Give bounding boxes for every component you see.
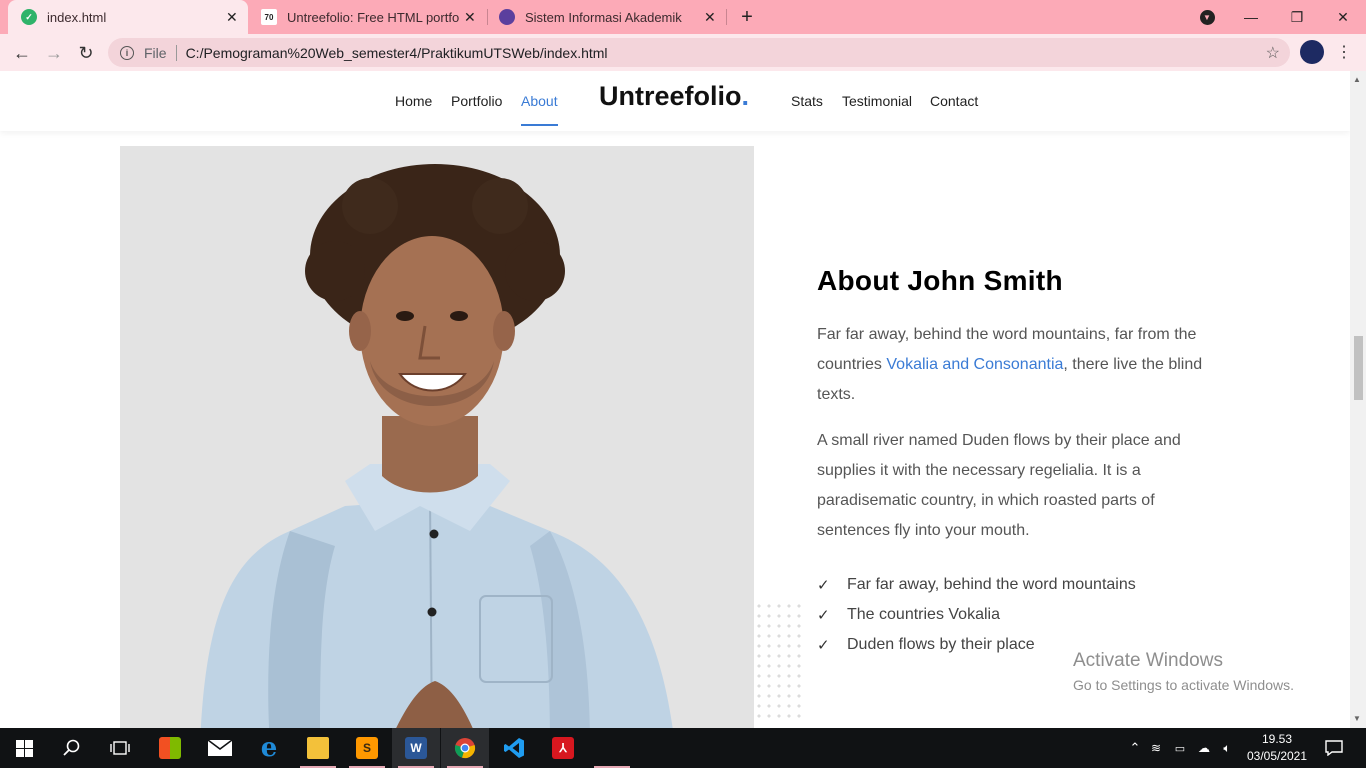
windows-activation-watermark: Activate Windows Go to Settings to activ…: [1073, 650, 1294, 693]
profile-avatar[interactable]: [1300, 40, 1324, 64]
vscode-icon[interactable]: [490, 728, 538, 768]
reload-button[interactable]: ↻: [73, 40, 99, 66]
list-item: ✓ The countries Vokalia: [817, 600, 1136, 630]
clock-time: 19.53: [1261, 732, 1293, 746]
nav-about[interactable]: About: [521, 93, 558, 109]
new-tab-button[interactable]: +: [724, 0, 770, 34]
check-icon: ✓: [817, 577, 830, 594]
active-nav-underline: [521, 124, 558, 126]
microsoft-store-icon[interactable]: [146, 728, 194, 768]
list-item-text: Far far away, behind the word mountains: [847, 576, 1136, 593]
search-icon[interactable]: [48, 728, 96, 768]
tab-untreefolio[interactable]: 70 Untreefolio: Free HTML portfolio ✕: [250, 0, 486, 34]
system-tray: ⌃ ≋ ▭ ☁ 🔈︎: [1126, 728, 1238, 768]
colorlib-icon: 70: [261, 9, 277, 25]
taskbar-clock[interactable]: 19.53 03/05/2021: [1244, 731, 1310, 765]
mail-icon[interactable]: [196, 728, 244, 768]
nav-home[interactable]: Home: [395, 93, 432, 109]
sublime-text-icon[interactable]: S: [343, 728, 391, 768]
acrobat-reader-icon[interactable]: ⅄: [539, 728, 587, 768]
browser-menu-icon[interactable]: ⋮: [1336, 42, 1352, 62]
decorative-dot-pattern: [754, 601, 806, 721]
edge-browser-icon[interactable]: e: [245, 728, 293, 768]
list-item-text: Duden flows by their place: [847, 636, 1035, 653]
page-scrollbar[interactable]: ▲ ▼: [1350, 71, 1366, 728]
list-item: ✓ Far far away, behind the word mountains: [817, 570, 1136, 600]
web-page: Home Portfolio About Untreefolio. Stats …: [0, 71, 1350, 728]
tab-title: Sistem Informasi Akademik: [525, 9, 682, 25]
close-tab-icon[interactable]: ✕: [704, 9, 716, 26]
vokalia-link[interactable]: Vokalia and Consonantia: [886, 356, 1063, 373]
list-item-text: The countries Vokalia: [847, 606, 1000, 623]
show-hidden-icons-icon[interactable]: ⌃: [1126, 740, 1144, 756]
tab-search-icon[interactable]: ▼: [1184, 0, 1230, 34]
tab-title: Untreefolio: Free HTML portfolio: [287, 9, 459, 25]
volume-icon[interactable]: 🔈︎: [1216, 741, 1238, 756]
notification-center-icon[interactable]: [1310, 728, 1358, 768]
url-text[interactable]: C:/Pemograman%20Web_semester4/PraktikumU…: [186, 45, 608, 61]
nav-contact[interactable]: Contact: [930, 93, 978, 109]
nav-testimonial[interactable]: Testimonial: [842, 93, 912, 109]
back-button[interactable]: ←: [9, 40, 35, 66]
site-navbar: Home Portfolio About Untreefolio. Stats …: [0, 71, 1350, 131]
brand-text: Untreefolio: [599, 81, 742, 111]
tab-title: index.html: [47, 9, 107, 25]
browser-toolbar: ← → ↻ i File C:/Pemograman%20Web_semeste…: [0, 34, 1366, 71]
tab-index-html[interactable]: ✓ index.html ✕: [8, 0, 248, 34]
feature-checklist: ✓ Far far away, behind the word mountains…: [817, 570, 1136, 660]
browser-tab-strip: ✓ index.html ✕ 70 Untreefolio: Free HTML…: [0, 0, 1366, 34]
check-icon: ✓: [817, 607, 830, 624]
brand-dot: .: [741, 81, 750, 111]
minimize-button[interactable]: —: [1228, 0, 1274, 34]
scheme-label: File: [144, 44, 167, 61]
pinned-app-underline: [588, 728, 636, 768]
task-view-icon[interactable]: [96, 728, 144, 768]
forward-button[interactable]: →: [41, 40, 67, 66]
restore-button[interactable]: ❐: [1274, 0, 1320, 34]
address-bar[interactable]: i File C:/Pemograman%20Web_semester4/Pra…: [108, 38, 1290, 67]
nav-stats[interactable]: Stats: [791, 93, 823, 109]
check-icon: ✓: [817, 637, 830, 654]
watermark-subtitle: Go to Settings to activate Windows.: [1073, 677, 1294, 693]
scroll-up-arrow-icon[interactable]: ▲: [1353, 75, 1361, 84]
close-window-button[interactable]: ✕: [1320, 0, 1366, 34]
about-portrait-image: [120, 146, 754, 728]
close-tab-icon[interactable]: ✕: [464, 9, 476, 26]
info-icon[interactable]: i: [120, 45, 134, 60]
network-icon[interactable]: ≋: [1144, 741, 1168, 755]
onedrive-icon[interactable]: ☁: [1192, 741, 1216, 755]
campus-icon: [499, 9, 515, 25]
file-explorer-icon[interactable]: [294, 728, 342, 768]
tab-sistem-informasi[interactable]: Sistem Informasi Akademik ✕: [488, 0, 724, 34]
site-brand[interactable]: Untreefolio.: [599, 81, 749, 112]
word-icon[interactable]: W: [392, 728, 440, 768]
about-paragraph-1: Far far away, behind the word mountains,…: [817, 320, 1217, 410]
portrait-illustration: [200, 164, 673, 728]
clock-date: 03/05/2021: [1246, 749, 1308, 763]
battery-icon[interactable]: ▭: [1168, 742, 1192, 755]
about-paragraph-2: A small river named Duden flows by their…: [817, 432, 1181, 539]
watermark-title: Activate Windows: [1073, 650, 1223, 671]
chrome-icon[interactable]: [441, 728, 489, 768]
nav-portfolio[interactable]: Portfolio: [451, 93, 502, 109]
scroll-down-arrow-icon[interactable]: ▼: [1353, 714, 1361, 723]
windows-taskbar: e S W ⅄ ⌃ ≋ ▭ ☁ 🔈︎ 19.53 03/05/2021: [0, 728, 1366, 768]
shield-leaf-icon: ✓: [21, 9, 37, 25]
scrollbar-thumb[interactable]: [1354, 336, 1363, 400]
divider: [175, 44, 177, 61]
close-tab-icon[interactable]: ✕: [226, 9, 238, 26]
bookmark-star-icon[interactable]: ☆: [1266, 43, 1280, 63]
about-heading: About John Smith: [817, 265, 1063, 296]
windows-start-icon[interactable]: [0, 728, 48, 768]
